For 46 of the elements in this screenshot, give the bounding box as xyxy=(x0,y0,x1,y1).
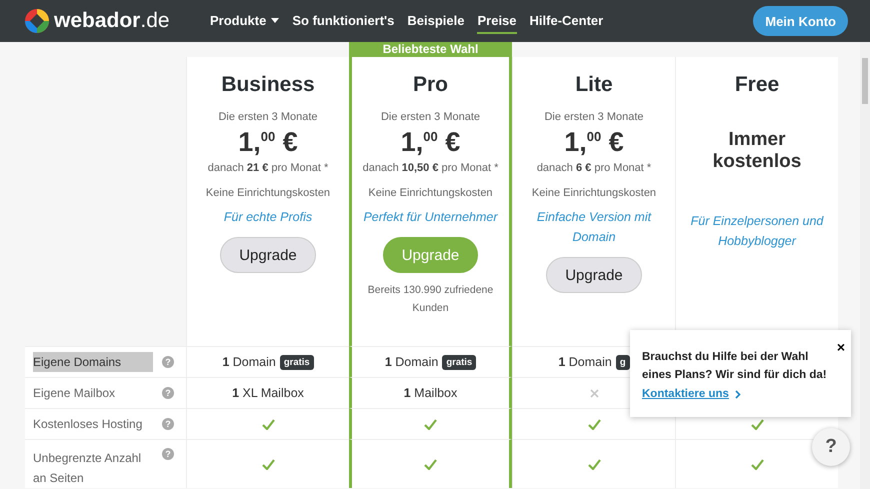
feature-value: 1 Mailbox xyxy=(404,386,458,400)
upgrade-button[interactable]: Upgrade xyxy=(220,237,316,273)
upgrade-button[interactable]: Upgrade xyxy=(546,257,642,293)
nav-link[interactable]: Produkte xyxy=(210,8,280,34)
monthly-price: danach 6 € pro Monat * xyxy=(536,162,652,174)
intro-text: Die ersten 3 Monate xyxy=(218,111,318,123)
popup-text: Brauchst du Hilfe bei der Wahl eines Plans? Wir sind für dich da! xyxy=(642,350,828,383)
intro-text: Die ersten 3 Monate xyxy=(544,111,644,123)
price: 1,$^{00}$ € xyxy=(400,127,460,158)
popular-banner: Beliebteste Wahl xyxy=(349,42,512,57)
contact-link[interactable]: Kontaktiere uns xyxy=(642,388,741,400)
feature-label: Eigene Domains xyxy=(33,352,153,372)
free-badge: g xyxy=(616,354,630,370)
setup-note: Keine Einrichtungskosten xyxy=(532,187,656,199)
setup-note: Keine Einrichtungskosten xyxy=(368,187,493,199)
plan-name: Pro xyxy=(412,73,448,97)
plan-tagline: Einfache Version mit Domain xyxy=(536,209,652,246)
feature-value: 1 Domain xyxy=(222,355,276,369)
setup-note: Keine Einrichtungskosten xyxy=(206,187,330,199)
monthly-price: danach 21 € pro Monat * xyxy=(208,162,328,174)
plan-tagline: Für echte Profis xyxy=(222,209,314,226)
nav-link[interactable]: Beispiele xyxy=(407,8,464,34)
price: 1,$^{00}$ € xyxy=(564,127,624,158)
feature-value: 1 XL Mailbox xyxy=(232,386,304,400)
free-label: Immer kostenlos xyxy=(712,129,802,173)
plan-tagline: Für Einzelpersonen und Hobbyblogger xyxy=(690,213,824,250)
nav-link[interactable]: Preise xyxy=(477,8,517,34)
intro-text: Die ersten 3 Monate xyxy=(380,111,480,123)
free-badge: gratis xyxy=(442,354,476,370)
free-badge: gratis xyxy=(280,354,314,370)
nav-link[interactable]: So funktioniert's xyxy=(292,8,394,34)
feature-label: Kostenloses Hosting xyxy=(33,416,144,433)
plan-name: Free xyxy=(734,73,780,97)
customers-note: Bereits 130.990 zufriedene Kunden xyxy=(366,283,494,316)
brand-name[interactable]: webador.de xyxy=(54,9,170,33)
plan-name: Business xyxy=(221,73,315,97)
nav-link[interactable]: Hilfe-Center xyxy=(530,8,604,34)
price: 1,$^{00}$ € xyxy=(238,127,298,158)
feature-value: 1 Domain xyxy=(558,355,612,369)
plan-tagline: Perfekt für Unternehmer xyxy=(363,209,498,226)
feature-value: 1 Domain xyxy=(384,355,438,369)
close-button[interactable]: × xyxy=(836,340,845,354)
plan-name: Lite xyxy=(575,73,613,97)
feature-label: Eigene Mailbox xyxy=(33,385,116,402)
feature-label: Unbegrenzte Anzahl an Seiten xyxy=(33,450,142,487)
monthly-price: danach 10,50 € pro Monat * xyxy=(362,162,498,174)
